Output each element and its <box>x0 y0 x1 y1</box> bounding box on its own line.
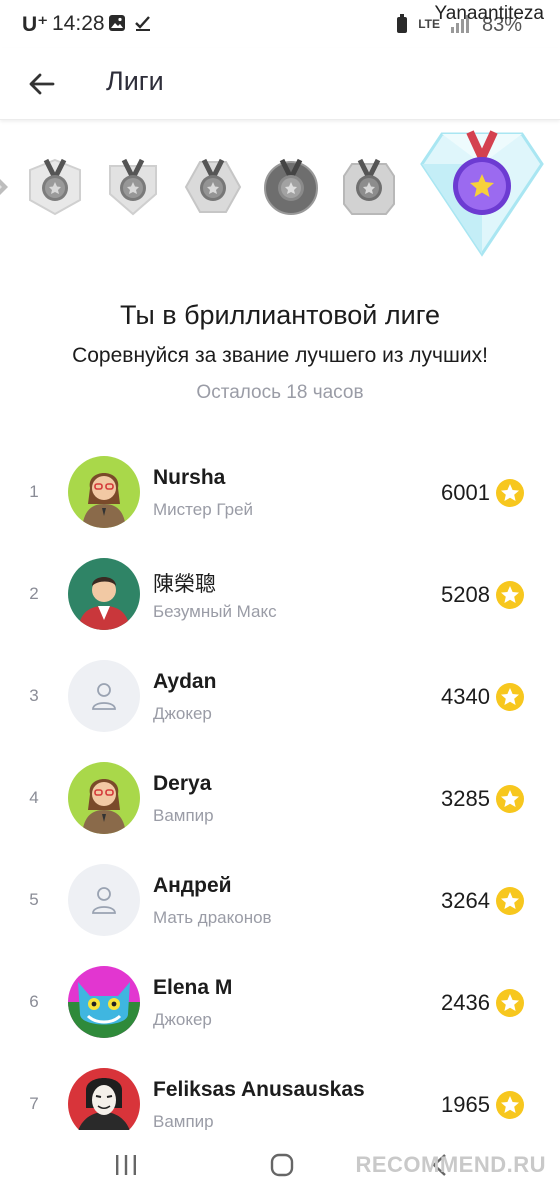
home-button[interactable] <box>262 1150 302 1180</box>
user-score: 3285 <box>441 786 490 811</box>
user-title: Джокер <box>153 1010 212 1029</box>
league-badge-icon[interactable] <box>340 156 398 218</box>
star-coin-icon <box>496 989 524 1017</box>
league-badge-icon[interactable] <box>0 172 8 202</box>
avatar[interactable] <box>68 864 140 936</box>
star-coin-icon <box>496 1091 524 1119</box>
star-coin-icon <box>496 887 524 915</box>
battery-saver-icon <box>397 14 408 33</box>
status-bar: U⁺ 14:28 LTE 83% Yanaantiteza <box>0 0 560 48</box>
user-score: 4340 <box>441 684 490 709</box>
user-score: 1965 <box>441 1092 490 1117</box>
leaderboard-row[interactable]: 5 Андрей Мать драконов 3264 <box>0 850 560 952</box>
rank-number: 7 <box>29 1094 39 1113</box>
user-name: Андрей <box>153 874 232 897</box>
user-name: Elena M <box>153 976 233 999</box>
user-title: Вампир <box>153 806 214 825</box>
leaderboard-list[interactable]: 1 Nursha Мистер Грей 6001 2 陳榮聰 Безумный… <box>0 442 560 1130</box>
leaderboard-row[interactable]: 1 Nursha Мистер Грей 6001 <box>0 442 560 544</box>
status-time: 14:28 <box>52 12 105 35</box>
status-icons <box>108 14 152 32</box>
system-nav-bar: RECOMMEND.RU <box>0 1130 560 1200</box>
league-title: Ты в бриллиантовой лиге <box>120 300 440 330</box>
user-title: Джокер <box>153 704 212 723</box>
user-score: 3264 <box>441 888 490 913</box>
watermark-top: Yanaantiteza <box>434 3 544 24</box>
time-left-label: Осталось 18 часов <box>196 382 364 403</box>
home-icon <box>270 1153 294 1177</box>
rank-number: 3 <box>29 686 39 705</box>
avatar[interactable] <box>68 660 140 732</box>
star-coin-icon <box>496 479 524 507</box>
league-badge-icon[interactable] <box>26 156 84 218</box>
avatar[interactable] <box>68 558 140 630</box>
leaderboard-row[interactable]: 3 Aydan Джокер 4340 <box>0 646 560 748</box>
rank-number: 1 <box>29 482 39 501</box>
app-header: Лиги <box>0 48 560 120</box>
leaderboard-row[interactable]: 2 陳榮聰 Безумный Макс 5208 <box>0 544 560 646</box>
user-score: 2436 <box>441 990 490 1015</box>
user-name: Nursha <box>153 466 226 489</box>
diamond-league-badge-icon[interactable] <box>418 128 546 260</box>
watermark-bottom: RECOMMEND.RU <box>355 1152 546 1177</box>
league-badge-icon[interactable] <box>184 156 242 218</box>
avatar-mask-icon <box>68 1068 140 1130</box>
avatar[interactable] <box>68 966 140 1038</box>
star-coin-icon <box>496 683 524 711</box>
avatar-woman-glasses-icon <box>68 456 140 528</box>
leaderboard-row[interactable]: 7 Feliksas Anusauskas Вампир 1965 <box>0 1054 560 1130</box>
user-title: Безумный Макс <box>153 602 277 621</box>
user-score: 5208 <box>441 582 490 607</box>
avatar[interactable] <box>68 762 140 834</box>
user-placeholder-icon <box>92 887 116 914</box>
recent-apps-icon <box>116 1155 136 1175</box>
user-title: Вампир <box>153 1112 214 1130</box>
leagues-strip[interactable] <box>0 124 560 264</box>
avatar[interactable] <box>68 456 140 528</box>
league-badge-icon[interactable] <box>104 156 162 218</box>
back-button[interactable] <box>22 64 62 104</box>
avatar[interactable] <box>68 1068 140 1130</box>
league-subtitle: Соревнуйся за звание лучшего из лучших! <box>72 344 488 367</box>
check-icon <box>135 16 150 31</box>
avatar-cheshire-cat-icon <box>68 966 140 1038</box>
avatar-man-suit-icon <box>68 558 140 630</box>
user-name: Aydan <box>153 670 217 693</box>
carrier-label: U⁺ <box>22 13 49 36</box>
league-badge-icon[interactable] <box>262 156 320 218</box>
page-title: Лиги <box>106 66 164 96</box>
leaderboard-row[interactable]: 4 Derya Вампир 3285 <box>0 748 560 850</box>
leaderboard-row[interactable]: 6 Elena M Джокер 2436 <box>0 952 560 1054</box>
user-title: Мать драконов <box>153 908 272 927</box>
user-name: 陳榮聰 <box>153 573 216 596</box>
arrow-left-icon <box>29 73 55 95</box>
star-coin-icon <box>496 785 524 813</box>
gallery-icon <box>109 15 125 31</box>
rank-number: 2 <box>29 584 39 603</box>
user-name: Derya <box>153 772 212 795</box>
rank-number: 4 <box>29 788 39 807</box>
user-title: Мистер Грей <box>153 500 254 519</box>
user-name: Feliksas Anusauskas <box>153 1078 365 1101</box>
user-placeholder-icon <box>92 683 116 710</box>
avatar-woman-glasses-icon <box>68 762 140 834</box>
recent-apps-button[interactable] <box>106 1150 146 1180</box>
star-coin-icon <box>496 581 524 609</box>
rank-number: 5 <box>29 890 39 909</box>
user-score: 6001 <box>441 480 490 505</box>
rank-number: 6 <box>29 992 39 1011</box>
